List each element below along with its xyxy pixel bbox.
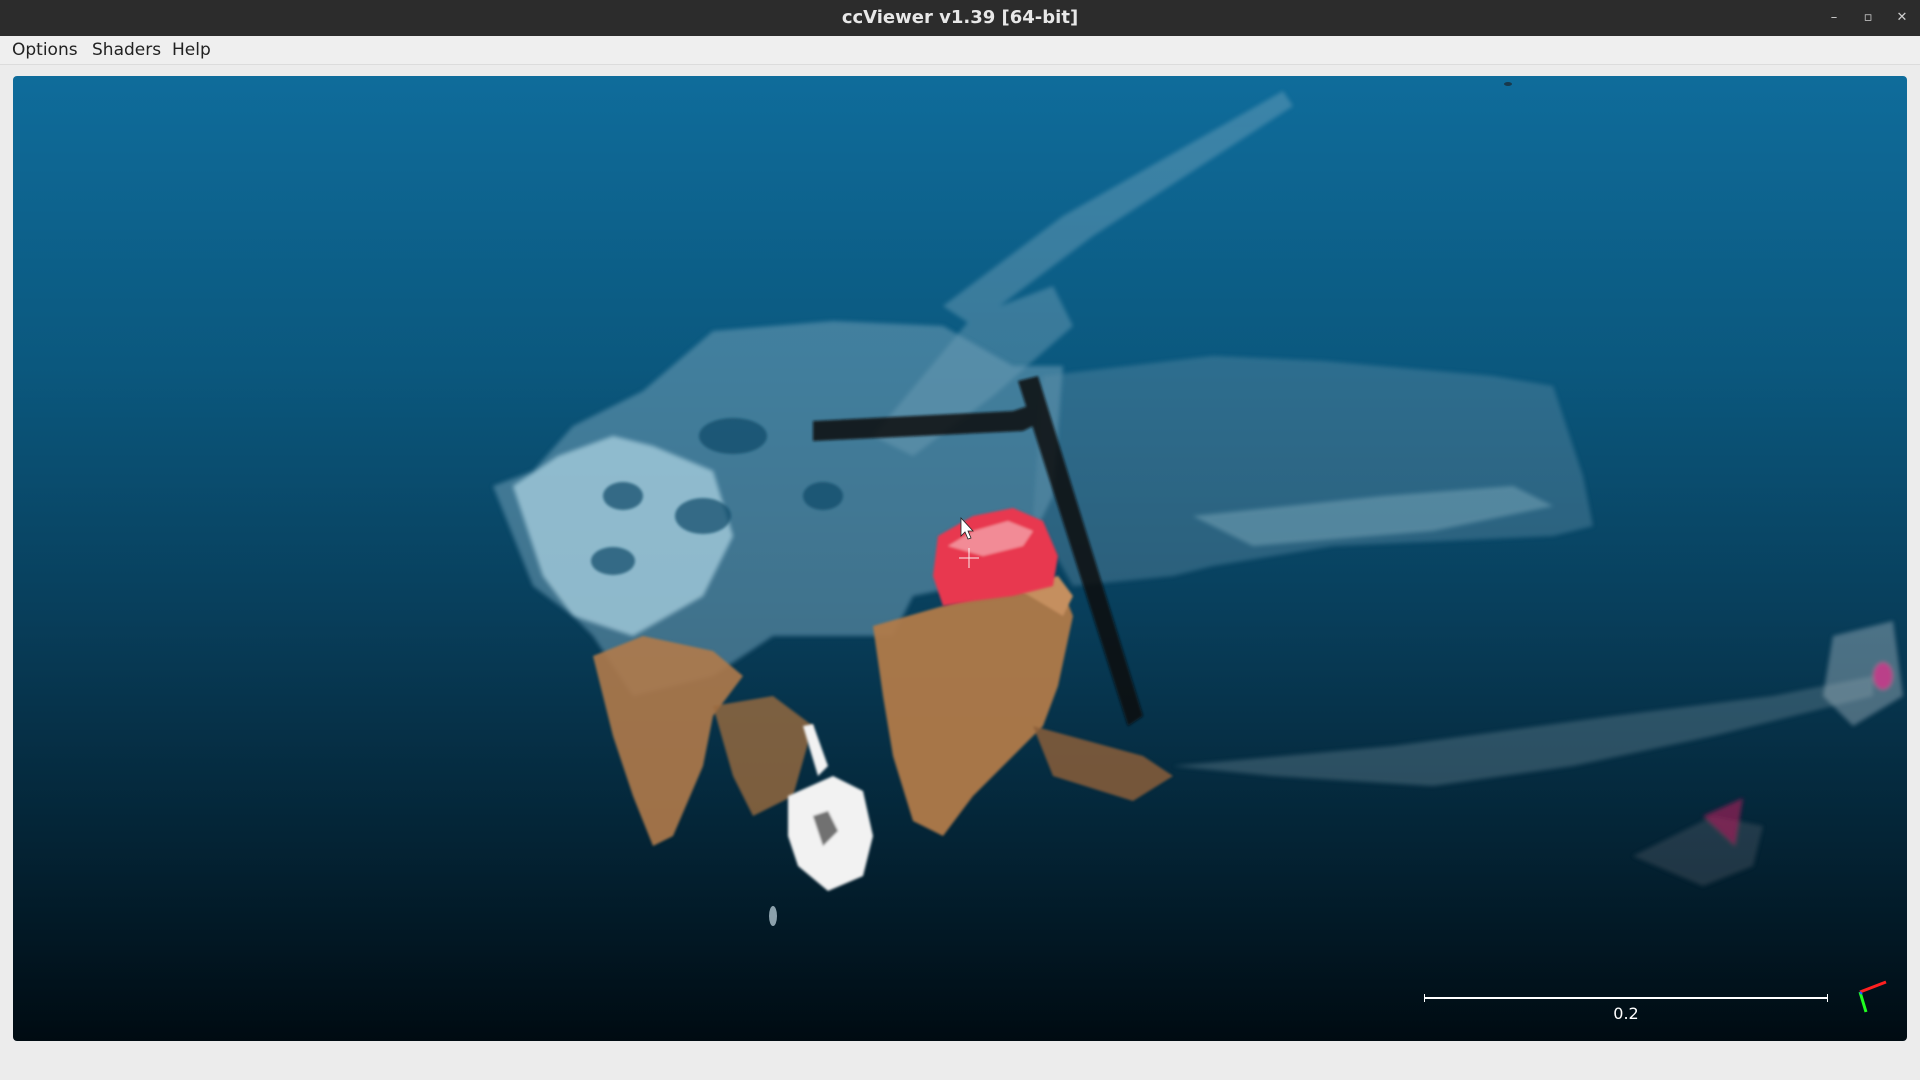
window-titlebar[interactable]: ccViewer v1.39 [64-bit] – ▫ ✕ bbox=[0, 0, 1920, 36]
close-button[interactable]: ✕ bbox=[1886, 0, 1918, 36]
right-floor-streaks bbox=[1173, 621, 1903, 886]
stray-points bbox=[769, 906, 777, 926]
axis-y bbox=[1859, 980, 1887, 994]
window-title: ccViewer v1.39 [64-bit] bbox=[841, 7, 1079, 28]
axis-z bbox=[1859, 991, 1863, 995]
minimize-button[interactable]: – bbox=[1818, 0, 1850, 36]
menu-options[interactable]: Options bbox=[10, 36, 80, 64]
point-cloud-render bbox=[493, 82, 1903, 926]
scale-bar bbox=[1424, 994, 1828, 1002]
scale-label: 0.2 bbox=[1613, 1004, 1639, 1023]
maximize-button[interactable]: ▫ bbox=[1852, 0, 1884, 36]
menu-shaders[interactable]: Shaders bbox=[90, 36, 163, 64]
axis-x bbox=[1858, 991, 1868, 1013]
window-bottom-strip bbox=[0, 1052, 1920, 1080]
3d-viewport[interactable]: 0.2 bbox=[13, 76, 1907, 1041]
axis-trihedron-icon bbox=[1858, 980, 1887, 1013]
menu-help[interactable]: Help bbox=[170, 36, 213, 64]
menu-bar: Options Shaders Help bbox=[0, 36, 1920, 65]
